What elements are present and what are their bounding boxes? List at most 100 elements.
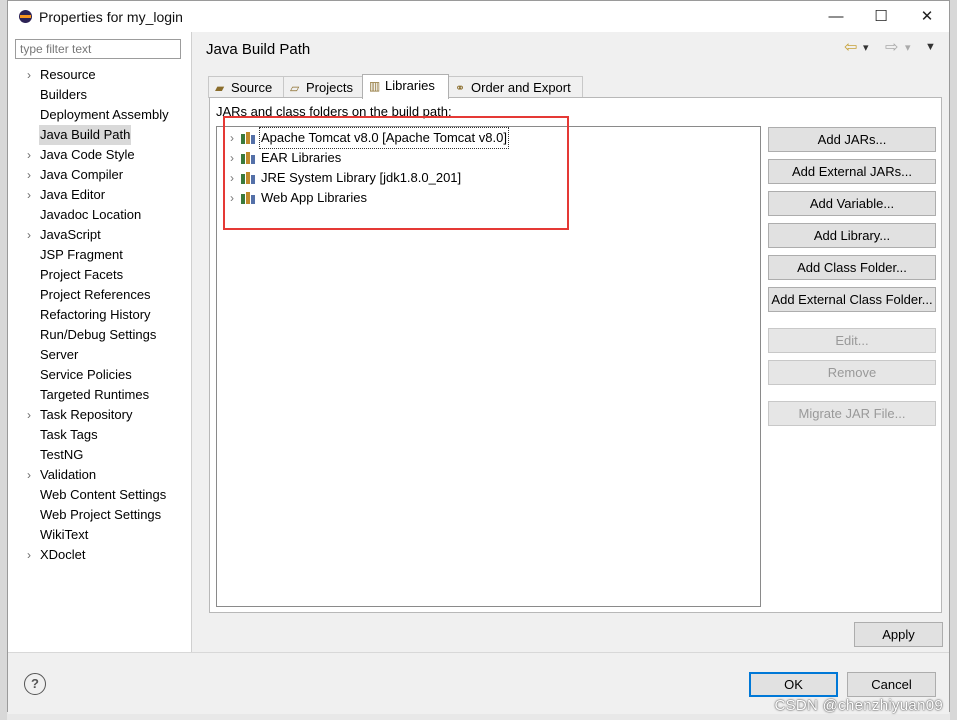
background-right-edge bbox=[950, 0, 957, 720]
sidebar-item[interactable]: › Task Repository bbox=[8, 405, 191, 425]
sidebar-item[interactable]: Javadoc Location bbox=[8, 205, 191, 225]
order-export-icon: ⚭ bbox=[455, 81, 466, 95]
add-external-class-folder-button[interactable]: Add External Class Folder... bbox=[768, 287, 936, 312]
sidebar-item[interactable]: › Resource bbox=[8, 65, 191, 85]
sidebar-item[interactable]: Java Build Path bbox=[8, 125, 191, 145]
sidebar-item[interactable]: Refactoring History bbox=[8, 305, 191, 325]
sidebar-item[interactable]: › XDoclet bbox=[8, 545, 191, 565]
watermark: CSDN @chenzhiyuan09 bbox=[774, 697, 943, 714]
chevron-right-icon[interactable]: › bbox=[24, 545, 34, 565]
ok-button[interactable]: OK bbox=[749, 672, 838, 697]
sidebar-item[interactable]: › Java Editor bbox=[8, 185, 191, 205]
chevron-right-icon[interactable]: › bbox=[24, 465, 34, 485]
chevron-right-icon[interactable]: › bbox=[24, 65, 34, 85]
sidebar-item-label: JSP Fragment bbox=[40, 247, 123, 262]
add-variable-button[interactable]: Add Variable... bbox=[768, 191, 936, 216]
chevron-right-icon[interactable]: › bbox=[227, 128, 237, 148]
sidebar-item-label: Java Editor bbox=[40, 187, 106, 202]
sidebar-item[interactable]: Project Facets bbox=[8, 265, 191, 285]
sidebar-item-label: Java Build Path bbox=[39, 125, 132, 145]
sidebar-item-label: Task Repository bbox=[40, 407, 133, 422]
sidebar-item[interactable]: › Java Compiler bbox=[8, 165, 191, 185]
chevron-right-icon[interactable]: › bbox=[227, 168, 237, 188]
tab-order-and-export-label: Order and Export bbox=[471, 80, 571, 95]
chevron-right-icon[interactable]: › bbox=[24, 225, 34, 245]
sidebar-item-label: Refactoring History bbox=[40, 307, 151, 322]
sidebar-item-label: Resource bbox=[40, 67, 96, 82]
back-arrow-icon[interactable]: ⇦ bbox=[844, 37, 857, 57]
library-label: JRE System Library [jdk1.8.0_201] bbox=[261, 170, 462, 185]
add-external-jars-button[interactable]: Add External JARs... bbox=[768, 159, 936, 184]
help-icon[interactable]: ? bbox=[24, 673, 46, 695]
property-page-tree: › Resource Builders Deployment Assembly Java… bbox=[8, 65, 191, 565]
sidebar-item[interactable]: Web Project Settings bbox=[8, 505, 191, 525]
sidebar-item[interactable]: Builders bbox=[8, 85, 191, 105]
sidebar-item[interactable]: › JavaScript bbox=[8, 225, 191, 245]
back-menu-icon[interactable]: ▾ bbox=[863, 41, 869, 54]
cancel-button[interactable]: Cancel bbox=[847, 672, 936, 697]
sidebar-item-label: Targeted Runtimes bbox=[40, 387, 150, 402]
tab-libraries-label: Libraries bbox=[385, 78, 435, 93]
sidebar-item[interactable]: Service Policies bbox=[8, 365, 191, 385]
sidebar-item-label: Server bbox=[40, 347, 79, 362]
sidebar-item[interactable]: › Java Code Style bbox=[8, 145, 191, 165]
library-icon bbox=[241, 152, 255, 164]
edit-button[interactable]: Edit... bbox=[768, 328, 936, 353]
tab-source[interactable]: ▰ Source bbox=[208, 76, 284, 98]
sidebar-item[interactable]: › Validation bbox=[8, 465, 191, 485]
sidebar-item-label: XDoclet bbox=[40, 547, 86, 562]
maximize-button[interactable]: ☐ bbox=[858, 1, 904, 32]
build-path-heading: JARs and class folders on the build path… bbox=[216, 104, 452, 119]
properties-dialog: Properties for my_login — ☐ ✕ type filte… bbox=[7, 0, 950, 714]
sidebar-item-label: Java Compiler bbox=[40, 167, 124, 182]
remove-button[interactable]: Remove bbox=[768, 360, 936, 385]
add-library-button[interactable]: Add Library... bbox=[768, 223, 936, 248]
chevron-right-icon[interactable]: › bbox=[227, 148, 237, 168]
chevron-right-icon[interactable]: › bbox=[24, 405, 34, 425]
sidebar-item[interactable]: TestNG bbox=[8, 445, 191, 465]
apply-button[interactable]: Apply bbox=[854, 622, 943, 647]
sidebar-item[interactable]: Web Content Settings bbox=[8, 485, 191, 505]
libraries-tree[interactable]: › Apache Tomcat v8.0 [Apache Tomcat v8.0… bbox=[216, 116, 761, 607]
sidebar-item[interactable]: Task Tags bbox=[8, 425, 191, 445]
sidebar-item[interactable]: Deployment Assembly bbox=[8, 105, 191, 125]
sidebar-item[interactable]: JSP Fragment bbox=[8, 245, 191, 265]
chevron-right-icon[interactable]: › bbox=[24, 145, 34, 165]
tab-order-and-export[interactable]: ⚭ Order and Export bbox=[448, 76, 583, 98]
sidebar-item[interactable]: WikiText bbox=[8, 525, 191, 545]
library-label: Web App Libraries bbox=[261, 190, 367, 205]
sidebar-item-label: Web Content Settings bbox=[40, 487, 167, 502]
minimize-button[interactable]: — bbox=[813, 1, 859, 32]
tab-libraries[interactable]: ▥ Libraries bbox=[362, 74, 449, 99]
forward-menu-icon[interactable]: ▾ bbox=[905, 41, 911, 54]
background-left-edge bbox=[0, 0, 7, 720]
add-jars-button[interactable]: Add JARs... bbox=[768, 127, 936, 152]
view-menu-icon[interactable]: ▼ bbox=[925, 41, 936, 53]
libraries-panel: JARs and class folders on the build path… bbox=[209, 97, 942, 613]
forward-arrow-icon[interactable]: ⇨ bbox=[885, 37, 898, 57]
sidebar: type filter text › Resource Builders Deploy… bbox=[8, 32, 192, 652]
add-class-folder-button[interactable]: Add Class Folder... bbox=[768, 255, 936, 280]
migrate-jar-file-button[interactable]: Migrate JAR File... bbox=[768, 401, 936, 426]
page-title: Java Build Path bbox=[206, 41, 311, 58]
library-icon bbox=[241, 132, 255, 144]
chevron-right-icon[interactable]: › bbox=[24, 165, 34, 185]
sidebar-item-label: Java Code Style bbox=[40, 147, 135, 162]
close-button[interactable]: ✕ bbox=[904, 1, 950, 32]
source-folder-icon: ▰ bbox=[215, 81, 225, 95]
sidebar-item-label: TestNG bbox=[40, 447, 84, 462]
sidebar-item-label: WikiText bbox=[40, 527, 89, 542]
tab-projects[interactable]: ▱ Projects bbox=[283, 76, 363, 98]
sidebar-item[interactable]: Project References bbox=[8, 285, 191, 305]
tab-source-label: Source bbox=[231, 80, 273, 95]
sidebar-item-label: Web Project Settings bbox=[40, 507, 162, 522]
sidebar-item[interactable]: Server bbox=[8, 345, 191, 365]
sidebar-item[interactable]: Run/Debug Settings bbox=[8, 325, 191, 345]
filter-input[interactable]: type filter text bbox=[15, 39, 181, 59]
library-label: EAR Libraries bbox=[261, 150, 342, 165]
tab-projects-label: Projects bbox=[306, 80, 353, 95]
library-icon bbox=[241, 172, 255, 184]
sidebar-item[interactable]: Targeted Runtimes bbox=[8, 385, 191, 405]
chevron-right-icon[interactable]: › bbox=[24, 185, 34, 205]
chevron-right-icon[interactable]: › bbox=[227, 188, 237, 208]
